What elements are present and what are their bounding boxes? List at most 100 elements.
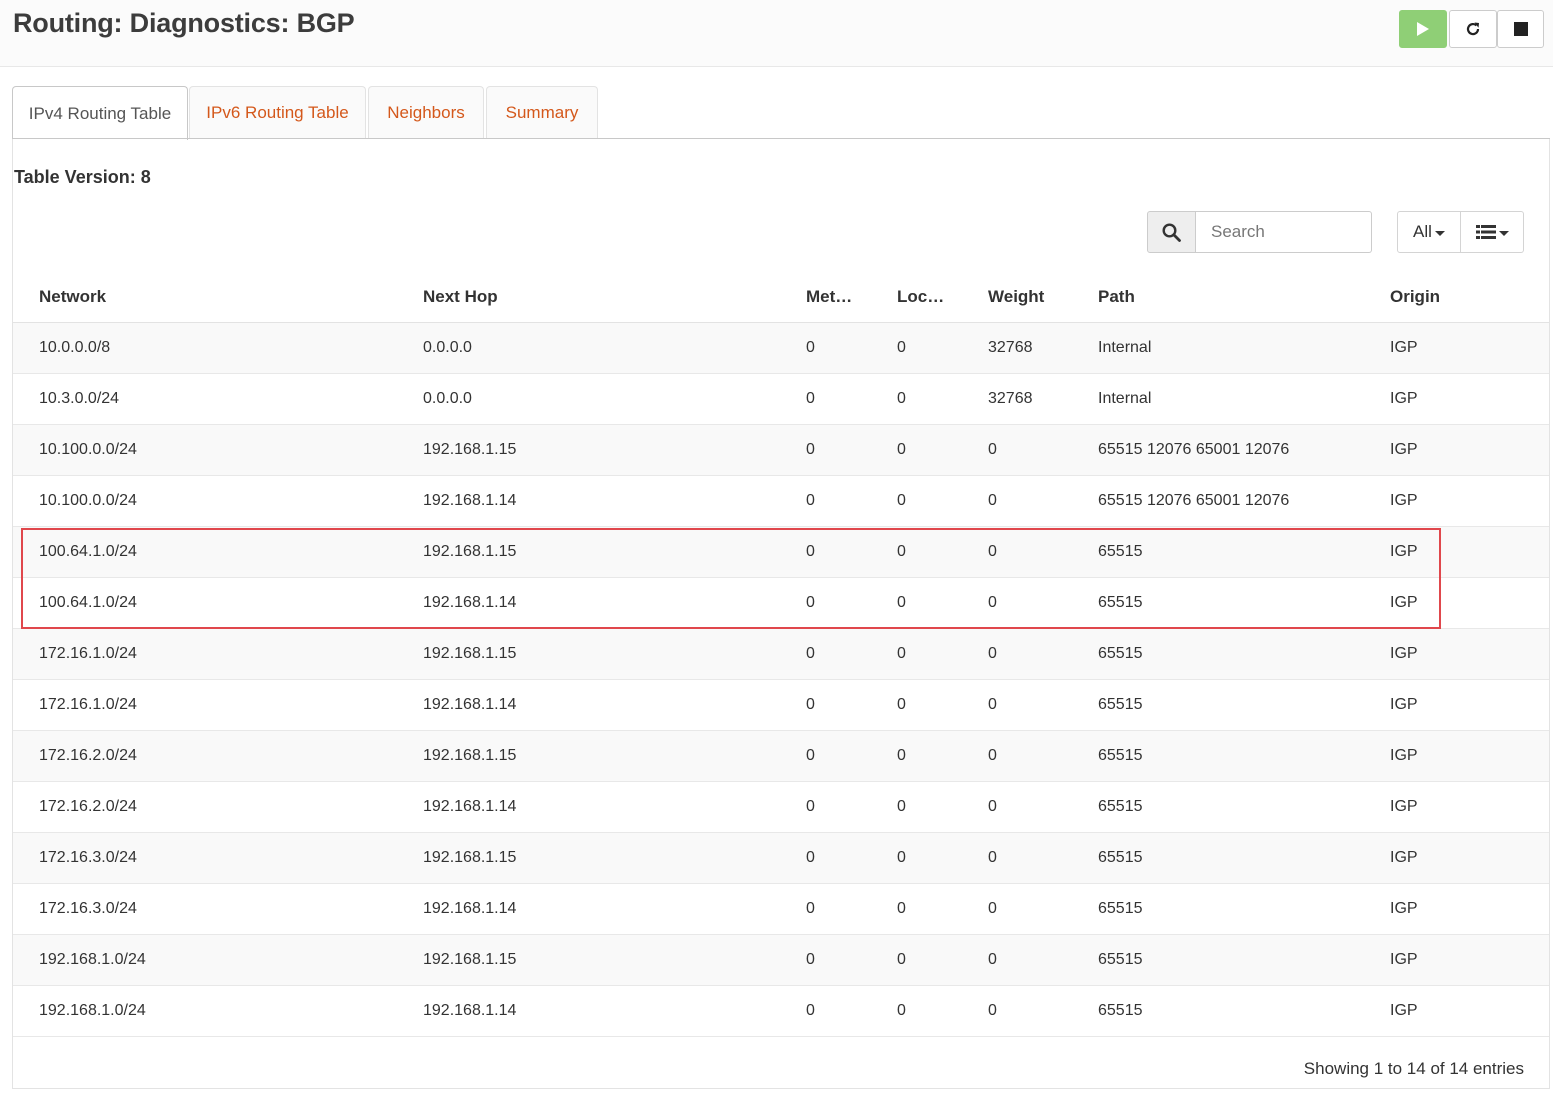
cell-network: 192.168.1.0/24 xyxy=(39,1002,146,1019)
cell-origin: IGP xyxy=(1390,339,1418,356)
table-row[interactable]: 172.16.3.0/24 192.168.1.14 0 0 0 65515 IGP xyxy=(13,884,1549,935)
cell-weight: 0 xyxy=(988,543,997,560)
column-header-origin[interactable]: Origin xyxy=(1390,271,1440,322)
cell-origin: IGP xyxy=(1390,492,1418,509)
column-header-weight[interactable]: Weight xyxy=(988,271,1044,322)
cell-metric: 0 xyxy=(806,543,815,560)
columns-dropdown[interactable] xyxy=(1461,211,1524,253)
cell-local-pref: 0 xyxy=(897,390,906,407)
cell-path: 65515 xyxy=(1098,798,1143,815)
cell-next-hop: 192.168.1.15 xyxy=(423,645,517,662)
table-controls: All xyxy=(1397,211,1524,253)
table-row[interactable]: 172.16.1.0/24 192.168.1.15 0 0 0 65515 IGP xyxy=(13,629,1549,680)
stop-button[interactable] xyxy=(1497,10,1544,48)
cell-local-pref: 0 xyxy=(897,1002,906,1019)
cell-next-hop: 192.168.1.15 xyxy=(423,747,517,764)
cell-path: 65515 xyxy=(1098,645,1143,662)
rows-per-page-dropdown[interactable]: All xyxy=(1397,211,1461,253)
cell-path: 65515 xyxy=(1098,696,1143,713)
cell-path: 65515 xyxy=(1098,951,1143,968)
cell-next-hop: 192.168.1.15 xyxy=(423,849,517,866)
cell-weight: 0 xyxy=(988,900,997,917)
column-header-next-hop[interactable]: Next Hop xyxy=(423,271,498,322)
table-row[interactable]: 100.64.1.0/24 192.168.1.15 0 0 0 65515 IGP xyxy=(13,527,1549,578)
cell-path: 65515 xyxy=(1098,849,1143,866)
rows-per-page-label: All xyxy=(1413,222,1432,241)
cell-network: 172.16.3.0/24 xyxy=(39,849,137,866)
cell-weight: 0 xyxy=(988,951,997,968)
column-header-network[interactable]: Network xyxy=(39,271,106,322)
cell-origin: IGP xyxy=(1390,900,1418,917)
cell-weight: 0 xyxy=(988,441,997,458)
cell-weight: 32768 xyxy=(988,339,1033,356)
cell-metric: 0 xyxy=(806,798,815,815)
table-row[interactable]: 192.168.1.0/24 192.168.1.14 0 0 0 65515 IGP xyxy=(13,986,1549,1037)
table-row[interactable]: 172.16.2.0/24 192.168.1.14 0 0 0 65515 IGP xyxy=(13,782,1549,833)
table-row[interactable]: 10.0.0.0/8 0.0.0.0 0 0 32768 Internal IGP xyxy=(13,323,1549,374)
cell-path: 65515 xyxy=(1098,543,1143,560)
table-row[interactable]: 172.16.1.0/24 192.168.1.14 0 0 0 65515 IGP xyxy=(13,680,1549,731)
cell-local-pref: 0 xyxy=(897,900,906,917)
play-icon xyxy=(1417,22,1429,36)
tab-ipv6-routing-table[interactable]: IPv6 Routing Table xyxy=(189,86,366,139)
cell-weight: 0 xyxy=(988,645,997,662)
search-group xyxy=(1147,211,1372,253)
cell-metric: 0 xyxy=(806,339,815,356)
cell-local-pref: 0 xyxy=(897,441,906,458)
table-row[interactable]: 192.168.1.0/24 192.168.1.15 0 0 0 65515 IGP xyxy=(13,935,1549,986)
cell-weight: 0 xyxy=(988,747,997,764)
cell-path: Internal xyxy=(1098,390,1152,407)
cell-origin: IGP xyxy=(1390,390,1418,407)
table-row[interactable]: 10.100.0.0/24 192.168.1.14 0 0 0 65515 12076 … xyxy=(13,476,1549,527)
cell-weight: 0 xyxy=(988,1002,997,1019)
cell-next-hop: 0.0.0.0 xyxy=(423,339,472,356)
refresh-icon xyxy=(1466,22,1480,36)
pagination-info: Showing 1 to 14 of 14 entries xyxy=(1303,1059,1524,1078)
cell-metric: 0 xyxy=(806,900,815,917)
table-row[interactable]: 172.16.3.0/24 192.168.1.15 0 0 0 65515 IGP xyxy=(13,833,1549,884)
table-row[interactable]: 10.100.0.0/24 192.168.1.15 0 0 0 65515 12076 … xyxy=(13,425,1549,476)
cell-path: 65515 xyxy=(1098,900,1143,917)
cell-weight: 32768 xyxy=(988,390,1033,407)
table-row[interactable]: 10.3.0.0/24 0.0.0.0 0 0 32768 Internal IGP xyxy=(13,374,1549,425)
cell-network: 10.100.0.0/24 xyxy=(39,441,137,458)
cell-origin: IGP xyxy=(1390,594,1418,611)
cell-local-pref: 0 xyxy=(897,951,906,968)
search-button[interactable] xyxy=(1147,211,1196,253)
cell-weight: 0 xyxy=(988,798,997,815)
search-icon xyxy=(1162,222,1181,242)
cell-next-hop: 192.168.1.14 xyxy=(423,492,517,509)
tab-summary[interactable]: Summary xyxy=(486,86,598,139)
refresh-button[interactable] xyxy=(1449,10,1497,48)
column-header-path[interactable]: Path xyxy=(1098,271,1135,322)
tab-ipv4-routing-table[interactable]: IPv4 Routing Table xyxy=(12,86,188,140)
column-header-local-pref[interactable]: Loc… xyxy=(897,271,944,322)
cell-next-hop: 192.168.1.14 xyxy=(423,1002,517,1019)
search-input[interactable] xyxy=(1196,211,1372,253)
column-header-metric[interactable]: Met… xyxy=(806,271,852,322)
table-header: Network Next Hop Met… Loc… Weight Path O… xyxy=(13,271,1549,323)
cell-origin: IGP xyxy=(1390,543,1418,560)
cell-local-pref: 0 xyxy=(897,747,906,764)
cell-local-pref: 0 xyxy=(897,543,906,560)
cell-origin: IGP xyxy=(1390,1002,1418,1019)
cell-metric: 0 xyxy=(806,1002,815,1019)
routing-table: Network Next Hop Met… Loc… Weight Path O… xyxy=(13,271,1549,1037)
page-title: Routing: Diagnostics: BGP xyxy=(13,8,355,38)
tab-neighbors[interactable]: Neighbors xyxy=(368,86,484,139)
cell-network: 192.168.1.0/24 xyxy=(39,951,146,968)
cell-origin: IGP xyxy=(1390,747,1418,764)
chevron-down-icon xyxy=(1434,230,1445,236)
table-row[interactable]: 172.16.2.0/24 192.168.1.15 0 0 0 65515 IGP xyxy=(13,731,1549,782)
cell-network: 172.16.2.0/24 xyxy=(39,747,137,764)
cell-next-hop: 192.168.1.15 xyxy=(423,543,517,560)
cell-metric: 0 xyxy=(806,951,815,968)
page-header: Routing: Diagnostics: BGP xyxy=(0,0,1553,67)
stop-icon xyxy=(1513,22,1528,36)
table-row[interactable]: 100.64.1.0/24 192.168.1.14 0 0 0 65515 IGP xyxy=(13,578,1549,629)
cell-network: 172.16.1.0/24 xyxy=(39,696,137,713)
cell-network: 100.64.1.0/24 xyxy=(39,543,137,560)
cell-origin: IGP xyxy=(1390,696,1418,713)
play-button[interactable] xyxy=(1399,10,1447,48)
list-columns-icon xyxy=(1475,225,1496,239)
